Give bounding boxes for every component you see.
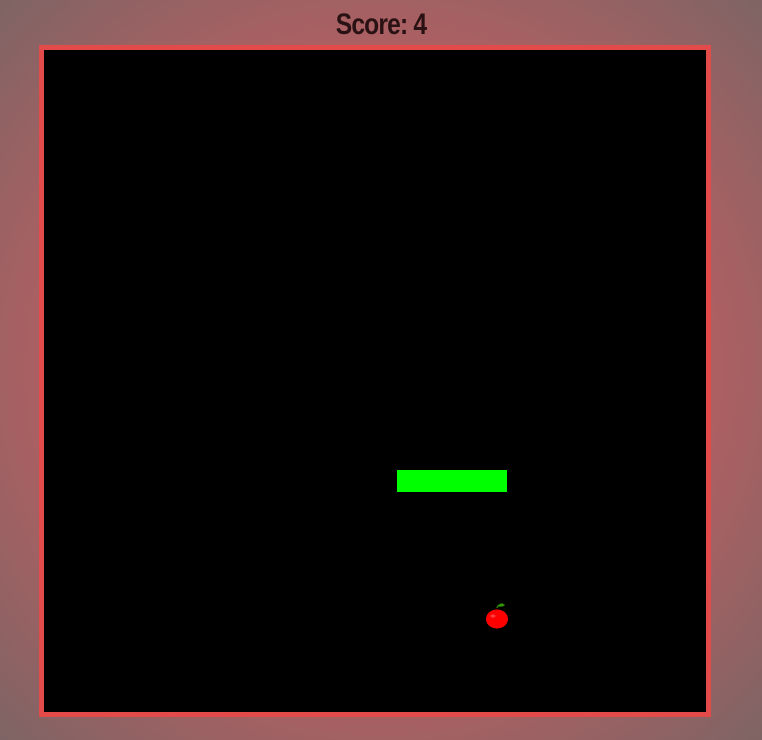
snake: [397, 470, 507, 492]
score-display: Score: 4: [335, 8, 427, 41]
apple-icon: [484, 602, 510, 630]
game-board[interactable]: [39, 45, 711, 717]
